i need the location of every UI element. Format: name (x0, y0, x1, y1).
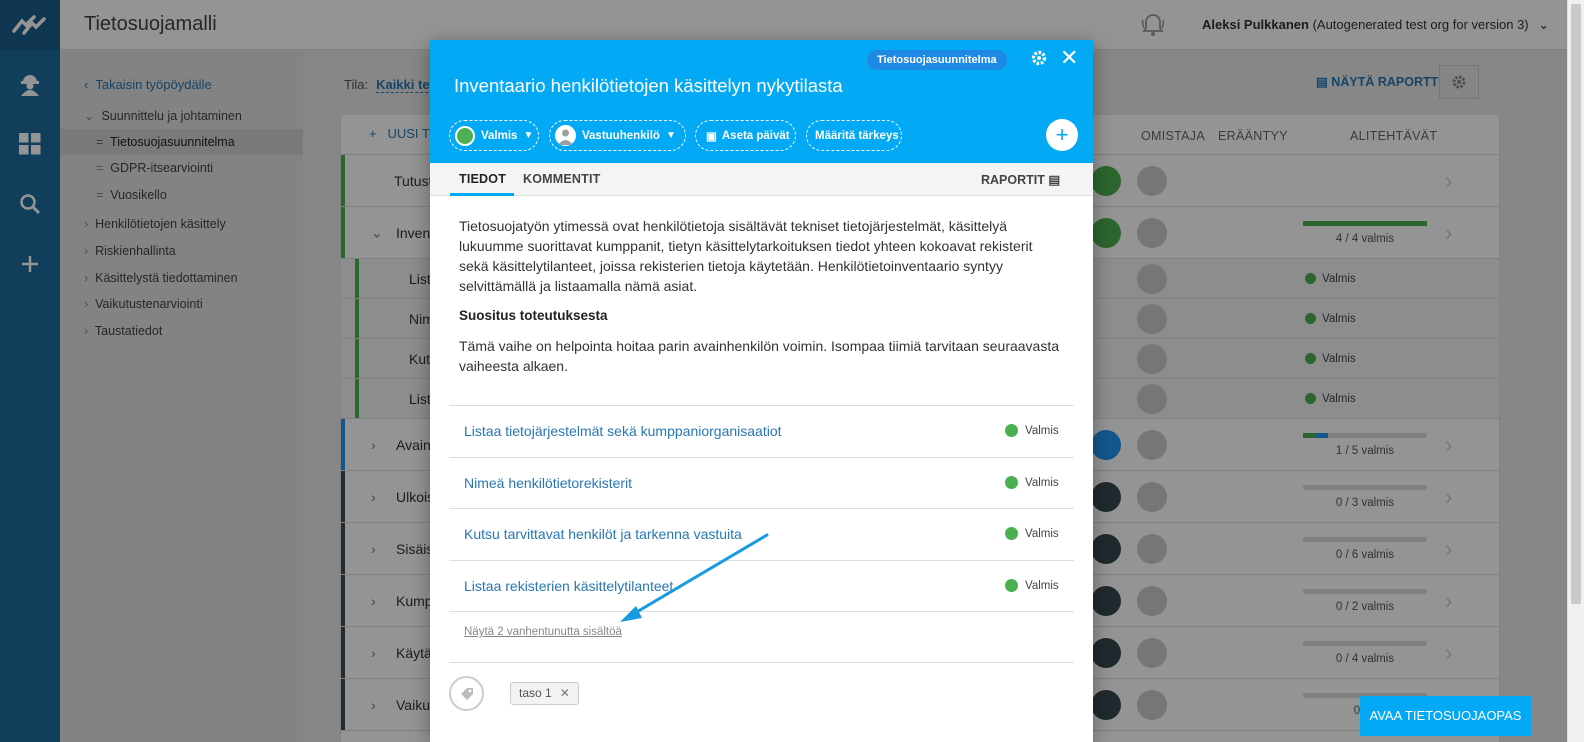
modal-title: Inventaario henkilötietojen käsittelyn n… (454, 75, 843, 96)
subtask-link[interactable]: Listaa rekisterien käsittelytilanteet (464, 578, 673, 594)
list-item[interactable]: Kutsu tarvittavat henkilöt ja tarkenna v… (449, 509, 1074, 561)
subtask-link[interactable]: Listaa tietojärjestelmät sekä kumppanior… (464, 423, 782, 439)
tab-comments[interactable]: KOMMENTIT (523, 172, 600, 186)
active-tab-indicator (450, 193, 514, 196)
status-dot-icon (1005, 424, 1018, 437)
status-badge: Valmis (1005, 424, 1059, 437)
status-badge: Valmis (1005, 527, 1059, 540)
add-button[interactable]: + (1046, 119, 1078, 151)
document-icon: ▤ (1048, 173, 1061, 187)
chevron-down-icon: ▼ (523, 130, 534, 141)
modal-settings-gear-icon[interactable] (1030, 49, 1048, 70)
list-item[interactable]: Listaa tietojärjestelmät sekä kumppanior… (449, 406, 1074, 458)
plan-badge[interactable]: Tietosuojasuunnitelma (867, 50, 1007, 70)
show-outdated-link[interactable]: Näytä 2 vanhentunutta sisältöä (464, 626, 622, 638)
status-badge: Valmis (1005, 578, 1059, 592)
subtask-list: Listaa tietojärjestelmät sekä kumppanior… (449, 405, 1074, 663)
status-dot-icon (1005, 475, 1018, 489)
modal-header: Tietosuojasuunnitelma ✕ Inventaario henk… (430, 40, 1093, 163)
modal-body: Tietosuojatyön ytimessä ovat henkilötiet… (459, 216, 1059, 376)
tag-icon[interactable] (449, 676, 484, 711)
close-icon[interactable]: ✕ (1060, 47, 1078, 69)
list-item[interactable]: Nimeä henkilötietorekisterit Valmis (449, 458, 1074, 509)
recommendation-heading: Suositus toteutuksesta (459, 308, 608, 323)
status-dot-icon (1005, 527, 1018, 540)
status-dot-icon (1005, 578, 1018, 592)
calendar-icon: ▣ (706, 130, 717, 143)
remove-tag-icon[interactable]: ✕ (560, 686, 570, 700)
tab-details[interactable]: TIEDOT (459, 172, 506, 186)
task-detail-modal: Tietosuojasuunnitelma ✕ Inventaario henk… (430, 40, 1093, 742)
owner-dropdown[interactable]: Vastuuhenkilö ▼ (549, 120, 686, 151)
chevron-down-icon: ▼ (665, 130, 676, 141)
subtask-link[interactable]: Nimeä henkilötietorekisterit (464, 475, 632, 491)
subtask-link[interactable]: Kutsu tarvittavat henkilöt ja tarkenna v… (464, 526, 742, 542)
set-dates-button[interactable]: ▣ Aseta päivät (695, 120, 796, 151)
recommendation-text: Tämä vaihe on helpointa hoitaa parin ava… (459, 338, 1060, 374)
status-badge: Valmis (1005, 475, 1059, 489)
task-description: Tietosuojatyön ytimessä ovat henkilötiet… (459, 218, 1033, 294)
set-priority-button[interactable]: Määritä tärkeys (806, 120, 902, 151)
open-guide-button[interactable]: AVAA TIETOSUOJAOPAS (1360, 696, 1531, 736)
tab-reports[interactable]: RAPORTIT ▤ (981, 172, 1060, 187)
modal-tabs: TIEDOT KOMMENTIT RAPORTIT ▤ (430, 163, 1093, 196)
status-dropdown[interactable]: Valmis ▼ (449, 120, 539, 151)
scrollbar-thumb[interactable] (1571, 4, 1581, 604)
status-dot-icon (455, 125, 475, 146)
show-outdated-row: Näytä 2 vanhentunutta sisältöä (449, 612, 1074, 663)
tag-chip[interactable]: taso 1 ✕ (510, 682, 579, 705)
person-icon (555, 125, 576, 146)
page-scrollbar[interactable] (1567, 0, 1584, 742)
list-item[interactable]: Listaa rekisterien käsittelytilanteet Va… (449, 561, 1074, 612)
